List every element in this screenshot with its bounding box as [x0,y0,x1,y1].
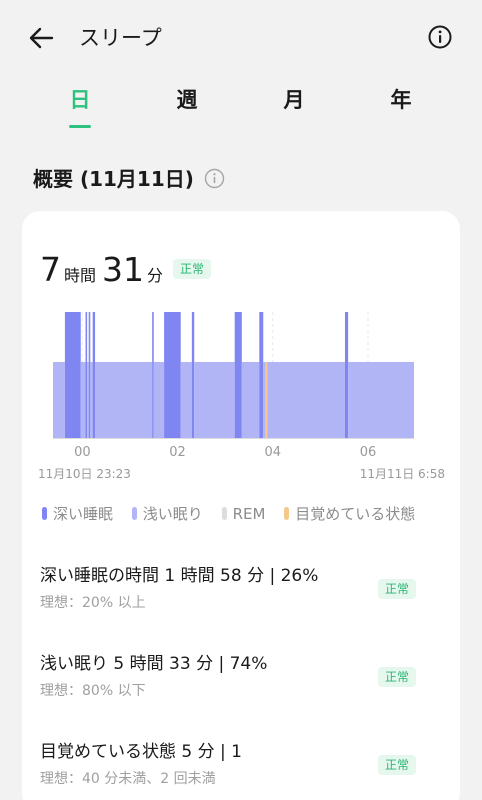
sleep-stage-bar-light [348,362,414,438]
legend-label: 浅い眠り [142,505,203,523]
sleep-stage-bar-deep [259,312,264,438]
status-badge: 正常 [378,579,417,599]
sleep-stage-bar-light [241,362,260,438]
sleep-stage-bar-light [263,362,266,438]
summary-title: 概要 (11月11日) [33,167,194,191]
sleep-stage-bar-deep [191,312,195,438]
sleep-duration: 7 時間 31 分正常 [40,250,212,290]
stat-ideal: 理想：80% 以下 [40,683,146,699]
legend-label: 目覚めている状態 [295,505,416,523]
duration-hours: 7 [40,250,61,289]
legend-item-awake: 目覚めている状態 [284,503,415,524]
sleep-stage-bar-awake [265,362,268,438]
chart-end-label: 11月11日 6:58 [360,467,445,481]
back-button[interactable] [26,24,56,52]
tab-day[interactable]: 日 [50,86,110,114]
duration-minutes-unit: 分 [147,266,164,285]
chart-legend: 深い睡眠 浅い眠り REM 目覚めている状態 [42,503,429,525]
page-title: スリープ [79,26,162,50]
x-tick-label: 06 [360,445,377,460]
legend-marker [42,507,47,520]
legend-marker [284,507,290,520]
stat-awake[interactable]: 目覚めている状態 5 分 | 1 理想：40 分未満、2 回未満 正常 [40,739,460,799]
duration-hours-unit: 時間 [64,266,97,285]
active-tab-indicator [69,125,91,128]
sleep-stage-bar-deep [92,312,96,438]
sleep-stage-bar-light [80,362,86,438]
sleep-stage-bar-deep [164,312,181,438]
stat-ideal: 理想：40 分未満、2 回未満 [40,771,216,787]
stat-light-sleep[interactable]: 浅い眠り 5 時間 33 分 | 74% 理想：80% 以下 正常 [40,651,460,711]
sleep-stage-bar-deep [88,312,91,438]
sleep-stage-bar-light [87,362,89,438]
info-button[interactable] [428,25,452,49]
chart-start-label: 11月10日 23:23 [38,467,131,481]
legend-label: REM [232,505,266,523]
sleep-stage-bar-deep [85,312,88,438]
tab-month[interactable]: 月 [264,86,324,114]
sleep-stage-chart: 00 02 04 06 11月10日 23:23 11月11日 6:58 [38,312,445,481]
sleep-stage-bar-light [95,362,153,438]
sleep-stage-bar-deep [64,312,81,438]
stat-ideal: 理想：20% 以上 [40,595,146,611]
x-tick-label: 04 [265,445,282,460]
sleep-stage-bar-deep [152,312,154,438]
stat-title: 目覚めている状態 5 分 | 1 [40,742,242,762]
status-badge: 正常 [173,259,212,279]
legend-item-deep: 深い睡眠 [42,503,113,524]
status-badge: 正常 [378,667,417,687]
sleep-stage-bar-deep [234,312,242,438]
legend-label: 深い睡眠 [53,505,114,523]
sleep-stage-bar-deep [344,312,349,438]
duration-minutes: 31 [102,250,145,289]
summary-info-button[interactable] [204,168,225,189]
tab-year[interactable]: 年 [371,86,431,114]
tab-week[interactable]: 週 [157,86,217,114]
sleep-stage-bar-light [90,362,93,438]
legend-item-rem: REM [221,505,266,523]
sleep-stage-bar-light [53,362,65,438]
x-tick-label: 00 [74,445,91,460]
stat-deep-sleep[interactable]: 深い睡眠の時間 1 時間 58 分 | 26% 理想：20% 以上 正常 [40,563,460,623]
app-header: スリープ [0,0,482,76]
info-icon [428,25,452,49]
sleep-stage-bar-light [180,362,192,438]
sleep-stage-bar-light [153,362,165,438]
stat-title: 浅い眠り 5 時間 33 分 | 74% [40,654,268,674]
period-tabs: 日 週 月 年 [0,80,482,130]
legend-marker [221,507,227,520]
arrow-left-icon [29,27,54,49]
stat-title: 深い睡眠の時間 1 時間 58 分 | 26% [40,566,319,586]
sleep-stage-bar-light [194,362,235,438]
x-tick-label: 02 [169,445,186,460]
legend-marker [131,507,137,520]
info-icon [204,168,225,189]
status-badge: 正常 [378,755,417,775]
legend-item-light: 浅い眠り [131,503,203,524]
sleep-stage-bar-light [267,362,345,438]
